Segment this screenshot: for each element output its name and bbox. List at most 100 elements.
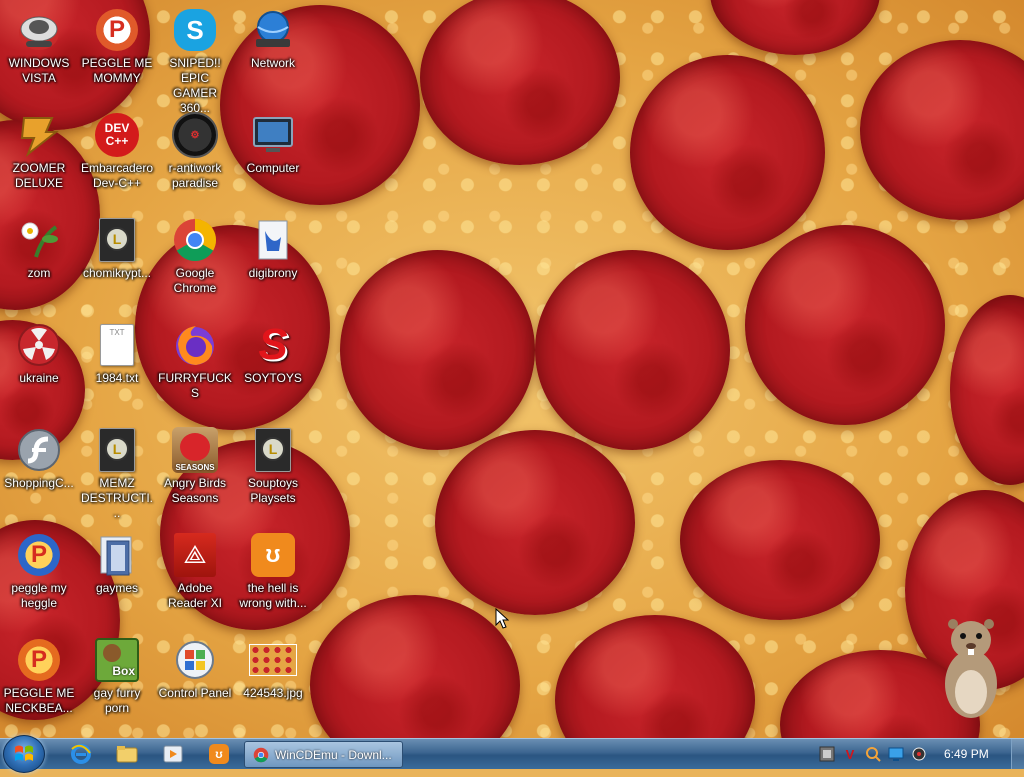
desktop-icon-peggle-my-heggle[interactable]: P peggle my heggle bbox=[0, 525, 78, 625]
icon-label: ZOOMER DELUXE bbox=[12, 161, 66, 190]
peggle-icon: P bbox=[15, 636, 63, 684]
icon-label: the hell is wrong with... bbox=[239, 581, 307, 610]
start-button[interactable] bbox=[3, 735, 45, 773]
system-clock[interactable]: 6:49 PM bbox=[944, 747, 989, 761]
icon-label: PEGGLE ME NECKBEA... bbox=[3, 686, 75, 715]
desktop-icon-peggle-me-neckbeard[interactable]: P PEGGLE ME NECKBEA... bbox=[0, 630, 78, 730]
peggle-icon: P bbox=[93, 6, 141, 54]
soytoys-s-icon: S bbox=[258, 320, 288, 369]
desktop-icon-424543-jpg[interactable]: 424543.jpg bbox=[234, 630, 312, 730]
desktop-icon-google-chrome[interactable]: Google Chrome bbox=[156, 210, 234, 310]
taskbar-window-title: WinCDEmu - Downl... bbox=[275, 747, 392, 762]
desktop-icon-shopping[interactable]: ShoppingC... bbox=[0, 420, 78, 520]
explorer-folder-icon[interactable] bbox=[114, 742, 140, 766]
document-shortcut-icon bbox=[249, 216, 297, 264]
icon-label: Souptoys Playsets bbox=[247, 476, 299, 505]
desktop-icon-zoomer-deluxe[interactable]: ZOOMER DELUXE bbox=[0, 105, 78, 205]
desktop-icon-soytoys[interactable]: S SOYTOYS bbox=[234, 315, 312, 415]
radiation-icon bbox=[15, 321, 63, 369]
desktop-icon-uc-browser[interactable]: ʊ the hell is wrong with... bbox=[234, 525, 312, 625]
search-tray-icon[interactable] bbox=[864, 745, 882, 763]
desktop-icon-furryfucks[interactable]: FURRYFUCKS bbox=[156, 315, 234, 415]
mouse-cursor bbox=[495, 607, 510, 635]
icon-label: 1984.txt bbox=[95, 371, 139, 385]
vista-orb-icon bbox=[15, 6, 63, 54]
chrome-icon bbox=[253, 747, 269, 762]
desktop-icon-r-antiwork[interactable]: ⚙ r-antiwork paradise bbox=[156, 105, 234, 205]
icon-label: Control Panel bbox=[158, 686, 232, 700]
icon-label: Angry Birds Seasons bbox=[163, 476, 227, 505]
desktop-icon-control-panel[interactable]: Control Panel bbox=[156, 630, 234, 730]
desktop-icon-zom[interactable]: zom bbox=[0, 210, 78, 310]
desktop-icon-dev-cpp[interactable]: DEV C++ Embarcadero Dev-C++ bbox=[78, 105, 156, 205]
taskbar: ʊ WinCDEmu - Downl... V 6:49 PM bbox=[0, 735, 1024, 773]
media-player-icon[interactable] bbox=[160, 742, 186, 766]
dark-circle-icon: ⚙ bbox=[171, 111, 219, 159]
icon-label: gay furry porn bbox=[93, 686, 141, 715]
desktop-icon-angry-birds-seasons[interactable]: SEASONS Angry Birds Seasons bbox=[156, 420, 234, 520]
desktop-icon-adobe-reader[interactable]: ⟁ Adobe Reader XI bbox=[156, 525, 234, 625]
icon-label: gaymes bbox=[95, 581, 139, 595]
desktop-icon-gaymes[interactable]: gaymes bbox=[78, 525, 156, 625]
icon-label: chomikrypt... bbox=[82, 266, 151, 280]
uc-browser-taskbar-icon[interactable]: ʊ bbox=[206, 742, 232, 766]
shortcut-file-icon: L bbox=[93, 216, 141, 264]
icon-label: Network bbox=[250, 56, 295, 70]
icon-label: FURRYFUCKS bbox=[158, 371, 232, 400]
computer-monitor-icon bbox=[249, 111, 297, 159]
desktop-icon-ukraine[interactable]: ukraine bbox=[0, 315, 78, 415]
adobe-reader-icon: ⟁ bbox=[171, 531, 219, 579]
text-file-icon: TXT bbox=[93, 321, 141, 369]
antivirus-tray-icon[interactable]: V bbox=[841, 745, 859, 763]
desktop-icon-network[interactable]: Network bbox=[234, 0, 312, 100]
angry-birds-icon: SEASONS bbox=[171, 426, 219, 474]
icon-label: SOYTOYS bbox=[244, 371, 302, 385]
icon-label: WINDOWS VISTA bbox=[8, 56, 70, 85]
folder-icon bbox=[93, 531, 141, 579]
desktop-icon-digibrony[interactable]: digibrony bbox=[234, 210, 312, 310]
volume-tray-icon[interactable] bbox=[910, 745, 928, 763]
icon-label: ukraine bbox=[19, 371, 59, 385]
peggle-icon: P bbox=[15, 531, 63, 579]
icon-label: 424543.jpg bbox=[243, 686, 303, 700]
taskbar-window-chrome[interactable]: WinCDEmu - Downl... bbox=[244, 741, 403, 768]
desktop-icon-memz[interactable]: L MEMZ DESTRUCTI... bbox=[78, 420, 156, 520]
icon-label: Adobe Reader XI bbox=[167, 581, 223, 610]
firefox-icon bbox=[171, 321, 219, 369]
icon-label: r-antiwork paradise bbox=[168, 161, 222, 190]
shortcut-file-icon: L bbox=[249, 426, 297, 474]
skype-icon: S bbox=[171, 6, 219, 54]
desktop-icon-box[interactable]: Box gay furry porn bbox=[78, 630, 156, 730]
chrome-icon bbox=[171, 216, 219, 264]
flower-plant-icon bbox=[15, 216, 63, 264]
desktop-icon-windows-vista[interactable]: WINDOWS VISTA bbox=[0, 0, 78, 100]
beaver-gadget[interactable] bbox=[935, 612, 1005, 722]
desktop-icon-sniped[interactable]: S SNIPED!! EPIC GAMER 360... bbox=[156, 0, 234, 115]
image-thumbnail-icon bbox=[249, 636, 297, 684]
desktop-icon-chomikrypt[interactable]: L chomikrypt... bbox=[78, 210, 156, 310]
icon-label: Embarcadero Dev-C++ bbox=[80, 161, 154, 190]
desktop-icon-1984-txt[interactable]: TXT 1984.txt bbox=[78, 315, 156, 415]
control-panel-icon bbox=[171, 636, 219, 684]
icon-label: PEGGLE ME MOMMY bbox=[81, 56, 153, 85]
icon-label: digibrony bbox=[248, 266, 298, 280]
show-desktop-button[interactable] bbox=[1011, 739, 1024, 769]
uc-browser-icon: ʊ bbox=[249, 531, 297, 579]
icon-label: peggle my heggle bbox=[11, 581, 67, 610]
display-tray-icon[interactable] bbox=[887, 745, 905, 763]
zoomer-app-icon bbox=[15, 111, 63, 159]
network-globe-icon bbox=[249, 6, 297, 54]
icon-label: Computer bbox=[246, 161, 300, 175]
desktop-icon-souptoys-playsets[interactable]: L Souptoys Playsets bbox=[234, 420, 312, 520]
tray-app-icon[interactable] bbox=[818, 745, 836, 763]
shortcut-file-icon: L bbox=[93, 426, 141, 474]
internet-explorer-icon[interactable] bbox=[68, 742, 94, 766]
desktop-icon-computer[interactable]: Computer bbox=[234, 105, 312, 205]
icon-label: ShoppingC... bbox=[4, 476, 74, 490]
icon-label: zom bbox=[27, 266, 51, 280]
icon-label: Google Chrome bbox=[173, 266, 217, 295]
dev-cpp-icon: DEV C++ bbox=[93, 111, 141, 159]
desktop-icon-peggle-me-mommy[interactable]: P PEGGLE ME MOMMY bbox=[78, 0, 156, 100]
flash-icon bbox=[15, 426, 63, 474]
beaver-box-icon: Box bbox=[93, 636, 141, 684]
